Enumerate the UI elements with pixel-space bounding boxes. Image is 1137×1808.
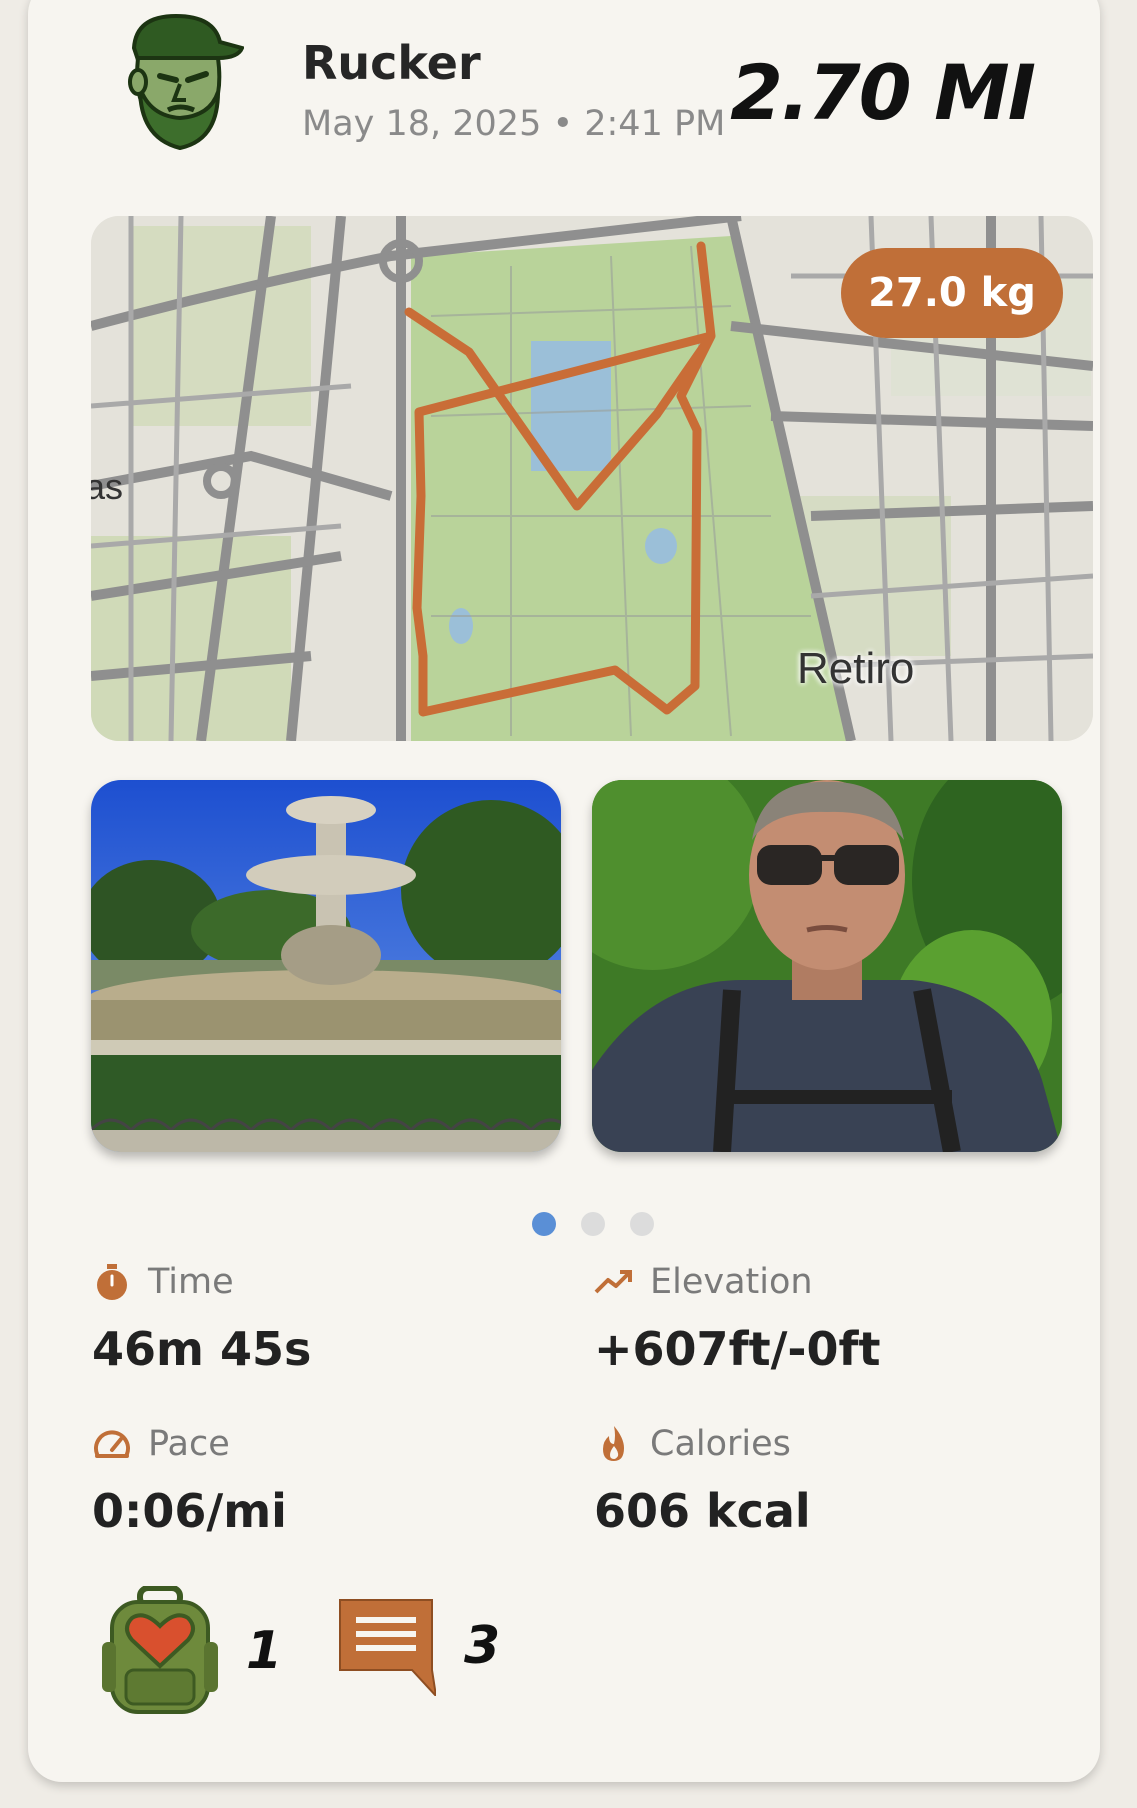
map-place-label: Retiro xyxy=(797,644,915,693)
stat-time: Time 46m 45s xyxy=(92,1262,311,1376)
backpack-heart-icon xyxy=(102,1586,218,1714)
selfie-photo[interactable] xyxy=(592,780,1062,1152)
stat-elevation: Elevation +607ft/-0ft xyxy=(594,1262,880,1376)
photo-carousel-indicator[interactable] xyxy=(532,1212,654,1236)
stat-calories: Calories 606 kcal xyxy=(594,1424,811,1538)
stat-elevation-value: +607ft/-0ft xyxy=(594,1322,881,1376)
ruck-session-card[interactable]: Rucker May 18, 2025 • 2:41 PM 2.70 MI as… xyxy=(28,0,1100,1782)
stat-calories-label: Calories xyxy=(650,1424,791,1464)
fountain-photo[interactable] xyxy=(91,780,561,1152)
stat-pace-value: 0:06/mi xyxy=(92,1484,287,1538)
comment-count: 3 xyxy=(464,1616,501,1676)
like-button[interactable]: 1 xyxy=(102,1586,282,1716)
like-count: 1 xyxy=(246,1621,283,1681)
speedometer-icon xyxy=(94,1430,130,1458)
carousel-dot-2[interactable] xyxy=(581,1212,605,1236)
stat-pace-label: Pace xyxy=(148,1424,230,1464)
user-name[interactable]: Rucker xyxy=(302,36,481,90)
route-map[interactable]: as Retiro 27.0 kg xyxy=(91,216,1093,741)
carousel-dot-3[interactable] xyxy=(630,1212,654,1236)
ruck-weight-badge: 27.0 kg xyxy=(841,248,1063,338)
stat-pace: Pace 0:06/mi xyxy=(92,1424,287,1538)
activity-datetime: May 18, 2025 • 2:41 PM xyxy=(302,104,726,144)
flame-icon xyxy=(603,1426,624,1461)
comment-button[interactable]: 3 xyxy=(336,1596,500,1696)
stat-elevation-label: Elevation xyxy=(650,1262,813,1302)
stat-calories-value: 606 kcal xyxy=(594,1484,811,1538)
stopwatch-icon xyxy=(97,1264,127,1300)
map-street-label: as xyxy=(91,466,124,507)
stat-time-value: 46m 45s xyxy=(92,1322,312,1376)
trend-up-icon xyxy=(594,1270,632,1294)
avatar[interactable] xyxy=(114,8,244,152)
distance-value: 2.70 MI xyxy=(730,48,1036,137)
comment-icon xyxy=(339,1599,436,1696)
carousel-dot-1[interactable] xyxy=(532,1212,556,1236)
stat-time-label: Time xyxy=(148,1262,234,1302)
